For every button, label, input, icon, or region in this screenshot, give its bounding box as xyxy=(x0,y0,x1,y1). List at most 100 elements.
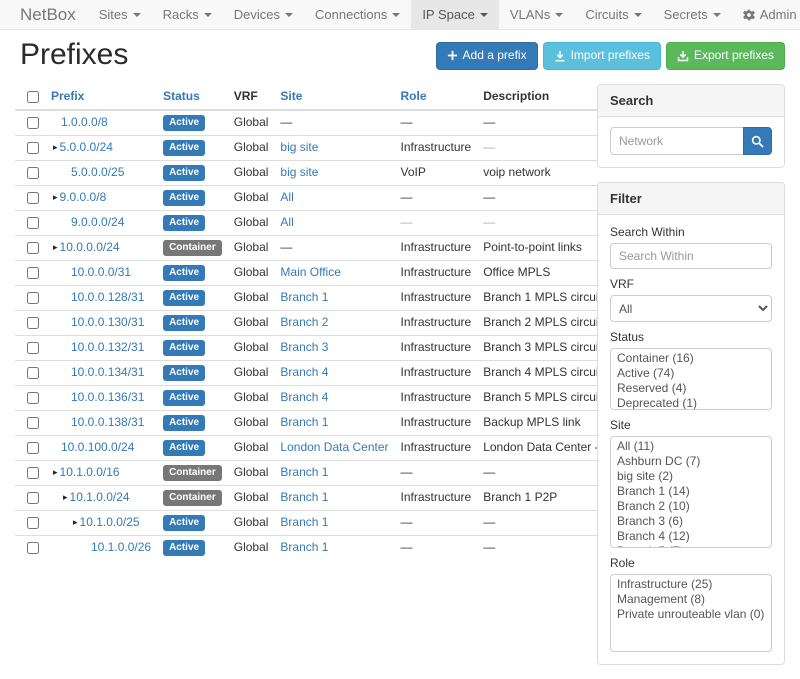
row-checkbox[interactable] xyxy=(27,367,39,379)
vrf-select[interactable]: All xyxy=(610,295,772,322)
table-row: ▸10.1.0.0/25ActiveGlobalBranch 1—— xyxy=(15,511,691,536)
prefix-link[interactable]: 10.0.100.0/24 xyxy=(61,440,134,454)
filter-field-role: RoleInfrastructure (25)Management (8)Pri… xyxy=(610,556,772,652)
select-all-checkbox[interactable] xyxy=(27,91,39,103)
site-link[interactable]: big site xyxy=(280,165,318,179)
table-row: ▸5.0.0.0/24ActiveGlobalbig siteInfrastru… xyxy=(15,136,691,161)
caret-down-icon xyxy=(713,13,721,17)
column-header-status[interactable]: Status xyxy=(157,84,228,110)
nav-item-ip-space[interactable]: IP Space xyxy=(411,0,499,29)
row-checkbox[interactable] xyxy=(27,342,39,354)
row-checkbox[interactable] xyxy=(27,292,39,304)
prefix-link[interactable]: 9.0.0.0/8 xyxy=(60,190,107,204)
site-link[interactable]: Branch 1 xyxy=(280,415,328,429)
site-link[interactable]: Branch 1 xyxy=(280,290,328,304)
site-link[interactable]: Branch 1 xyxy=(280,540,328,554)
nav-item-vlans[interactable]: VLANs xyxy=(499,0,574,29)
status-badge: Active xyxy=(163,440,205,456)
site-link[interactable]: Branch 4 xyxy=(280,390,328,404)
row-checkbox[interactable] xyxy=(27,267,39,279)
export-icon xyxy=(677,50,689,62)
nav-item-racks[interactable]: Racks xyxy=(152,0,223,29)
filter-field-search-within: Search Within xyxy=(610,225,772,269)
nav-item-secrets[interactable]: Secrets xyxy=(653,0,732,29)
site-link[interactable]: big site xyxy=(280,140,318,154)
site-link[interactable]: London Data Center xyxy=(280,440,388,454)
status-multiselect[interactable]: Container (16)Active (74)Reserved (4)Dep… xyxy=(610,348,772,410)
prefix-link[interactable]: 5.0.0.0/24 xyxy=(60,140,113,154)
column-header-role[interactable]: Role xyxy=(395,84,478,110)
row-checkbox[interactable] xyxy=(27,192,39,204)
row-checkbox[interactable] xyxy=(27,242,39,254)
search-button[interactable] xyxy=(743,127,772,155)
prefix-link[interactable]: 10.0.0.0/24 xyxy=(60,240,120,254)
row-checkbox[interactable] xyxy=(27,392,39,404)
nav-item-devices[interactable]: Devices xyxy=(223,0,304,29)
site-multiselect[interactable]: All (11)Ashburn DC (7)big site (2)Branch… xyxy=(610,436,772,548)
table-row: 5.0.0.0/25ActiveGlobalbig siteVoIPvoip n… xyxy=(15,161,691,186)
prefix-link[interactable]: 10.0.0.132/31 xyxy=(71,340,144,354)
row-checkbox[interactable] xyxy=(27,317,39,329)
site-link[interactable]: Branch 1 xyxy=(280,490,328,504)
search-panel-title: Search xyxy=(598,85,784,117)
prefix-link[interactable]: 10.1.0.0/16 xyxy=(60,465,120,479)
vrf-cell: Global xyxy=(228,411,275,436)
row-checkbox[interactable] xyxy=(27,217,39,229)
prefix-link[interactable]: 10.0.0.130/31 xyxy=(71,315,144,329)
expand-arrow-icon: ▸ xyxy=(53,467,58,477)
prefix-link[interactable]: 5.0.0.0/25 xyxy=(71,165,124,179)
row-checkbox[interactable] xyxy=(27,517,39,529)
search-within-input[interactable] xyxy=(610,243,772,269)
nav-item-connections[interactable]: Connections xyxy=(304,0,411,29)
column-header-site[interactable]: Site xyxy=(274,84,394,110)
table-body: 1.0.0.0/8ActiveGlobal———▸5.0.0.0/24Activ… xyxy=(15,110,691,560)
site-link[interactable]: Branch 3 xyxy=(280,340,328,354)
role-cell: Infrastructure xyxy=(395,286,478,311)
prefix-link[interactable]: 10.0.0.0/31 xyxy=(71,265,131,279)
brand-logo[interactable]: NetBox xyxy=(8,0,88,29)
site-link[interactable]: Branch 1 xyxy=(280,515,328,529)
row-checkbox[interactable] xyxy=(27,442,39,454)
site-link[interactable]: Branch 2 xyxy=(280,315,328,329)
expand-arrow-icon: ▸ xyxy=(53,242,58,252)
table-row: 10.0.0.0/31ActiveGlobalMain OfficeInfras… xyxy=(15,261,691,286)
row-checkbox[interactable] xyxy=(27,492,39,504)
prefix-link[interactable]: 10.1.0.0/24 xyxy=(70,490,130,504)
export-prefixes-button[interactable]: Export prefixes xyxy=(666,42,785,70)
nav-item-sites[interactable]: Sites xyxy=(88,0,152,29)
row-checkbox[interactable] xyxy=(27,417,39,429)
import-prefixes-button[interactable]: Import prefixes xyxy=(543,42,661,70)
site-link[interactable]: Main Office xyxy=(280,265,340,279)
vrf-cell: Global xyxy=(228,286,275,311)
prefix-link[interactable]: 10.0.0.134/31 xyxy=(71,365,144,379)
prefix-link[interactable]: 10.0.0.128/31 xyxy=(71,290,144,304)
site-link[interactable]: All xyxy=(280,215,293,229)
add-a-prefix-button[interactable]: Add a prefix xyxy=(436,42,538,70)
status-badge: Active xyxy=(163,415,205,431)
import-icon xyxy=(554,50,566,62)
row-checkbox[interactable] xyxy=(27,167,39,179)
vrf-cell: Global xyxy=(228,436,275,461)
row-checkbox[interactable] xyxy=(27,467,39,479)
prefix-link[interactable]: 1.0.0.0/8 xyxy=(61,115,108,129)
nav-item-admin[interactable]: Admin xyxy=(732,0,800,29)
prefix-link[interactable]: 10.0.0.136/31 xyxy=(71,390,144,404)
row-checkbox[interactable] xyxy=(27,142,39,154)
row-checkbox[interactable] xyxy=(27,117,39,129)
role-cell: — xyxy=(395,536,478,561)
nav-item-circuits[interactable]: Circuits xyxy=(574,0,652,29)
vrf-cell: Global xyxy=(228,211,275,236)
row-checkbox[interactable] xyxy=(27,542,39,554)
column-header-prefix[interactable]: Prefix xyxy=(45,84,157,110)
site-link[interactable]: Branch 4 xyxy=(280,365,328,379)
prefix-link[interactable]: 10.0.0.138/31 xyxy=(71,415,144,429)
prefix-link[interactable]: 9.0.0.0/24 xyxy=(71,215,124,229)
action-buttons: Add a prefixImport prefixesExport prefix… xyxy=(436,42,785,70)
prefix-link[interactable]: 10.1.0.0/26 xyxy=(91,540,151,554)
search-input[interactable] xyxy=(610,127,743,155)
site-link[interactable]: All xyxy=(280,190,293,204)
role-multiselect[interactable]: Infrastructure (25)Management (8)Private… xyxy=(610,574,772,652)
table-row: 10.0.100.0/24 Active Global London Data Cen… xyxy=(15,436,691,461)
prefix-link[interactable]: 10.1.0.0/25 xyxy=(80,515,140,529)
site-link[interactable]: Branch 1 xyxy=(280,465,328,479)
